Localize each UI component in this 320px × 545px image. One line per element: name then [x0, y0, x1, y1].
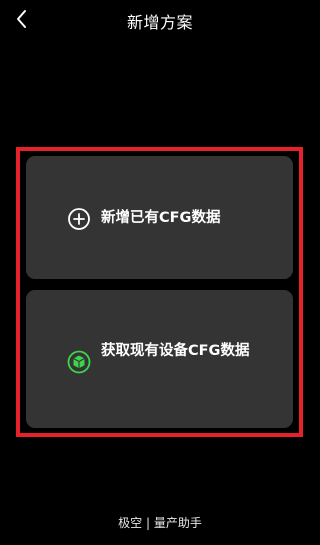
- add-existing-cfg-label: 新增已有CFG数据: [101, 210, 221, 226]
- fetch-device-cfg-card[interactable]: 获取现有设备CFG数据: [26, 290, 293, 428]
- app-screen: 新增方案 新增已有CFG数据 获取现有设备CFG数据 极空 | 量产助手: [0, 0, 320, 545]
- box-download-icon: [67, 350, 91, 374]
- fetch-device-cfg-label: 获取现有设备CFG数据: [101, 343, 250, 359]
- plus-circle-icon: [68, 208, 90, 230]
- footer-brand: 极空 | 量产助手: [118, 516, 202, 530]
- page-title: 新增方案: [126, 13, 193, 32]
- add-existing-cfg-card[interactable]: 新增已有CFG数据: [26, 156, 293, 279]
- header-bar: 新增方案: [0, 0, 320, 38]
